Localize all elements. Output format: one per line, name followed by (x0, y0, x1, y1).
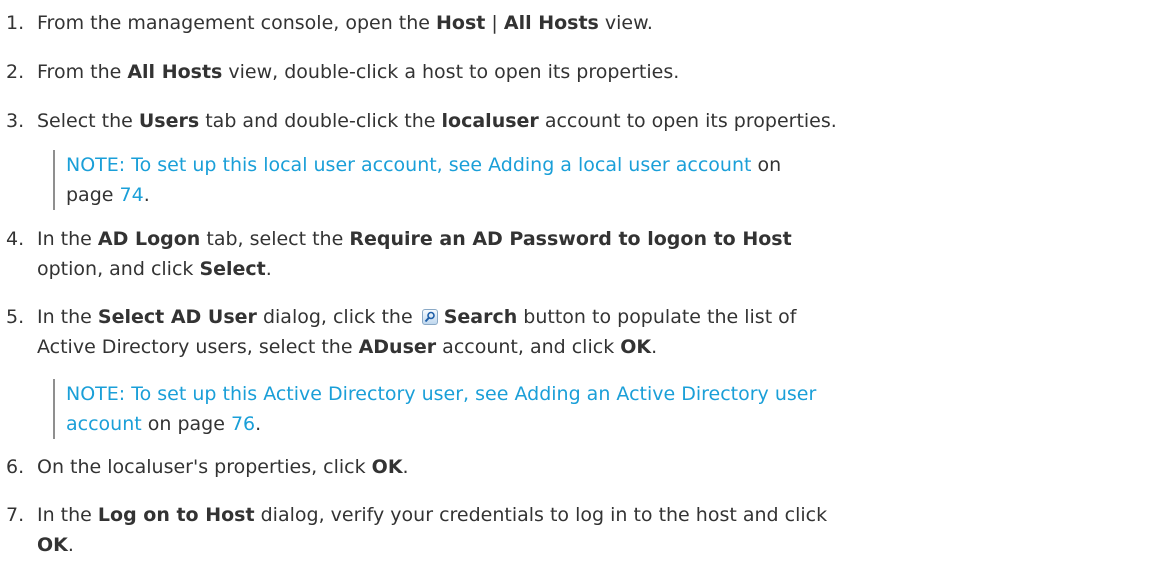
ui-term: OK (371, 456, 403, 478)
step-number: 5. (6, 306, 25, 328)
search-icon (421, 309, 438, 325)
page-link-76[interactable]: 76 (231, 413, 255, 435)
ui-term: Select (199, 258, 266, 280)
ui-term: ADuser (358, 336, 437, 358)
ui-term: OK (37, 534, 68, 556)
note-ad-user: NOTE: To set up this Active Directory us… (53, 379, 1157, 439)
ui-term: Host (436, 12, 486, 34)
step-number: 2. (6, 61, 25, 83)
step-number: 7. (6, 504, 25, 526)
ui-term: Users (138, 110, 200, 132)
ui-term: All Hosts (127, 61, 223, 83)
ui-term: Search (443, 306, 518, 328)
ui-term: OK (620, 336, 652, 358)
step-text: From the All Hosts view, double-click a … (37, 61, 680, 83)
step-text: In the Select AD User dialog, click the … (37, 306, 797, 358)
step-number: 6. (6, 456, 25, 478)
ui-term: Require an AD Password to logon to Host (349, 228, 792, 250)
step-text: On the localuser's properties, click OK. (37, 456, 409, 478)
step-text: Select the Users tab and double-click th… (37, 110, 837, 132)
step-number: 1. (6, 12, 25, 34)
ui-term: Select AD User (97, 306, 257, 328)
ui-term: Log on to Host (97, 504, 255, 526)
note-local-user: NOTE: To set up this local user account,… (53, 150, 1157, 210)
step-number: 4. (6, 228, 25, 250)
ui-term: All Hosts (503, 12, 599, 34)
step-text: In the AD Logon tab, select the Require … (37, 228, 792, 280)
note-label: NOTE: (66, 154, 126, 176)
step-number: 3. (6, 110, 25, 132)
link-adding-ad-user-account[interactable]: Adding an Active Directory user (514, 383, 816, 405)
ui-term: localuser (441, 110, 539, 132)
step-text: From the management console, open the Ho… (37, 12, 653, 34)
note-label: NOTE: (66, 383, 126, 405)
page-link-74[interactable]: 74 (120, 184, 144, 206)
link-adding-local-user-account[interactable]: Adding a local user account (488, 154, 751, 176)
ui-term: AD Logon (97, 228, 201, 250)
step-text: In the Log on to Host dialog, verify you… (37, 504, 828, 556)
link-adding-ad-user-account-cont[interactable]: account (66, 413, 142, 435)
